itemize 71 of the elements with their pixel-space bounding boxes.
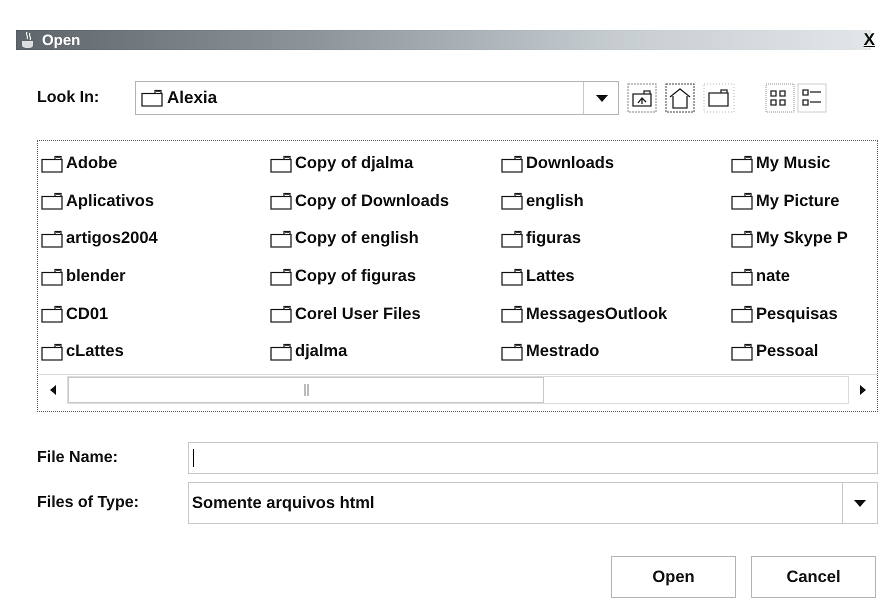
details-view-icon[interactable] — [797, 83, 827, 113]
new-folder-icon[interactable] — [703, 83, 735, 113]
horizontal-scrollbar[interactable] — [39, 374, 877, 405]
folder-icon — [501, 154, 523, 173]
folder-name[interactable]: My Skype P — [756, 229, 848, 248]
right-arrow-icon[interactable] — [860, 385, 866, 395]
file-type-dropdown[interactable]: Somente arquivos html — [188, 482, 878, 524]
folder-icon — [731, 342, 753, 361]
look-in-dropdown[interactable]: Alexia — [135, 81, 619, 115]
folder-name[interactable]: My Music — [756, 154, 830, 174]
home-icon[interactable] — [665, 83, 695, 113]
folder-name[interactable]: Adobe — [66, 154, 118, 174]
grip-icon[interactable] — [304, 384, 308, 396]
file-type-label: Files of Type: — [37, 494, 140, 512]
up-folder-icon[interactable] — [627, 83, 657, 113]
folder-icon — [731, 268, 753, 286]
dropdown-arrow-icon[interactable] — [596, 94, 608, 102]
file-name-label: File Name: — [37, 449, 119, 467]
folder-icon — [270, 342, 292, 361]
dropdown-arrow-icon[interactable] — [854, 500, 866, 506]
folder-icon — [501, 305, 523, 324]
folder-name[interactable]: Lattes — [526, 267, 575, 286]
folder-name[interactable]: Downloads — [526, 154, 614, 174]
folder-name[interactable]: english — [526, 192, 584, 211]
folder-icon — [501, 230, 523, 248]
folder-name[interactable]: cLattes — [66, 342, 124, 362]
left-arrow-icon[interactable] — [50, 385, 56, 395]
folder-icon — [731, 305, 753, 324]
folder-icon — [41, 342, 63, 361]
folder-name[interactable]: artigos2004 — [66, 229, 158, 248]
folder-name[interactable]: Copy of english — [295, 229, 419, 248]
folder-name[interactable]: nate — [756, 267, 790, 286]
file-name-field[interactable] — [188, 442, 878, 474]
folder-icon — [41, 192, 63, 210]
folder-icon — [41, 230, 63, 248]
folder-icon — [270, 305, 292, 324]
folder-name[interactable]: CD01 — [66, 304, 108, 324]
folder-icon — [270, 154, 292, 173]
dialog-button[interactable]: Cancel — [751, 556, 876, 598]
dialog-button[interactable]: Open — [611, 556, 736, 598]
look-in-label: Look In: — [37, 89, 100, 107]
folder-name[interactable]: Copy of figuras — [295, 267, 416, 286]
folder-name[interactable]: Mestrado — [526, 342, 600, 362]
folder-icon — [41, 268, 63, 286]
folder-name[interactable]: Copy of djalma — [295, 154, 414, 174]
folder-icon — [270, 230, 292, 248]
folder-icon — [501, 342, 523, 361]
folder-icon — [731, 230, 753, 248]
folder-icon — [270, 268, 292, 286]
folder-icon — [731, 154, 753, 173]
folder-name[interactable]: blender — [66, 267, 126, 286]
folder-name[interactable]: Pessoal — [756, 342, 818, 362]
folder-name[interactable]: Corel User Files — [295, 304, 421, 324]
folder-name[interactable]: Pesquisas — [756, 304, 838, 324]
close-button[interactable]: X — [864, 30, 875, 50]
folder-icon — [41, 154, 63, 173]
list-view-icon[interactable] — [765, 83, 795, 113]
coffee-cup-icon — [20, 31, 36, 49]
folder-icon — [41, 305, 63, 324]
folder-name[interactable]: MessagesOutlook — [526, 304, 668, 324]
window-title: Open — [42, 32, 80, 48]
folder-name[interactable]: Aplicativos — [66, 192, 154, 211]
folder-icon — [501, 192, 523, 210]
folder-icon — [270, 192, 292, 210]
folder-name[interactable]: djalma — [295, 342, 348, 362]
folder-icon — [731, 192, 753, 210]
folder-icon — [141, 89, 163, 107]
folder-name[interactable]: My Picture — [756, 192, 840, 211]
folder-name[interactable]: figuras — [526, 229, 582, 248]
folder-name[interactable]: Copy of Downloads — [295, 192, 449, 211]
folder-icon — [501, 268, 523, 286]
